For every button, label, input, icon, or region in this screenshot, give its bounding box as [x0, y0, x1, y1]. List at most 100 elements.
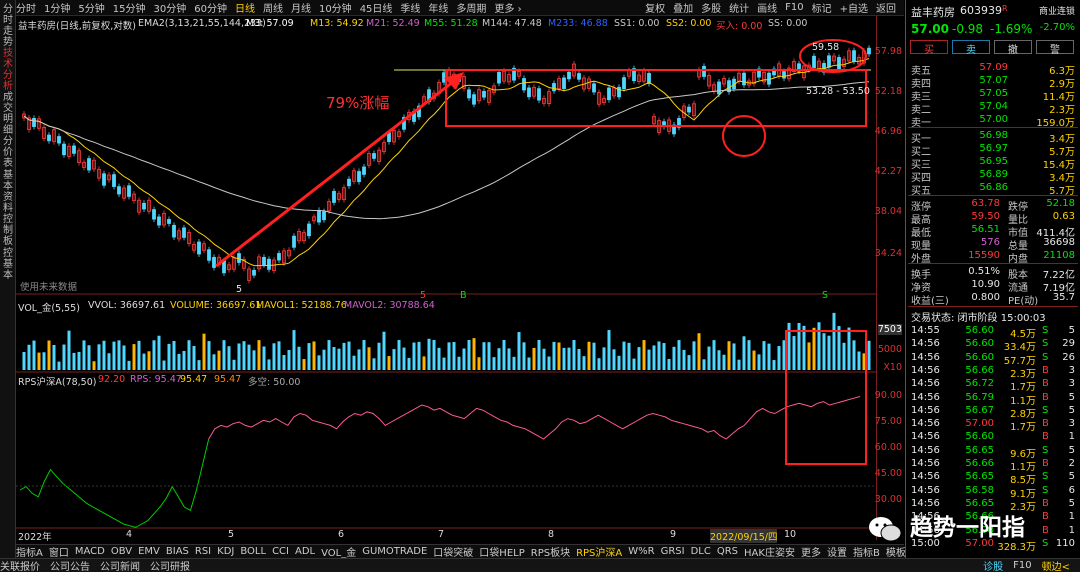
- volume-bar: [757, 354, 761, 370]
- period-10min[interactable]: 10分钟: [319, 0, 352, 15]
- rise-annotation: 79%涨幅: [326, 94, 390, 112]
- sell-button[interactable]: 卖: [952, 40, 990, 56]
- tab-control-basic[interactable]: 控基本: [0, 248, 16, 281]
- tab-hak[interactable]: HAK庄姿安: [744, 544, 795, 559]
- tab-rps-hs-a[interactable]: RPS沪深A: [576, 544, 622, 559]
- tab-rps-sector[interactable]: RPS板块: [531, 544, 570, 559]
- volume-bar: [677, 340, 681, 370]
- volume-bar: [307, 343, 311, 370]
- tick-price: 56.72: [965, 378, 994, 390]
- tab-price-table[interactable]: 分价表: [0, 136, 16, 169]
- tab-macd[interactable]: MACD: [75, 546, 105, 557]
- ask-row: 卖三 57.05 11.4万: [908, 88, 1078, 103]
- tab-dlc[interactable]: DLC: [691, 546, 711, 557]
- tab-rsi[interactable]: RSI: [195, 546, 211, 557]
- toolbar-mark[interactable]: 标记: [812, 0, 832, 15]
- tab-bias[interactable]: BIAS: [166, 546, 189, 557]
- toolbar-draw-line[interactable]: 画线: [757, 0, 777, 15]
- toolbar-add-watchlist[interactable]: +自选: [840, 0, 868, 15]
- period-monthly[interactable]: 月线: [291, 0, 311, 15]
- volume-bar: [302, 359, 306, 370]
- last-price: 57.00: [911, 22, 949, 36]
- tab-wr[interactable]: W%R: [628, 546, 654, 557]
- volume-bars-layer: [22, 312, 871, 370]
- tab-fundamentals[interactable]: 基本资料: [0, 170, 16, 214]
- volume-bar: [67, 330, 71, 370]
- buy-button[interactable]: 买: [910, 40, 948, 56]
- signal-marker: B: [460, 290, 467, 301]
- period-1min[interactable]: 1分钟: [44, 0, 70, 15]
- ss2-value: SS2: 0.00: [666, 18, 712, 29]
- tick-count: 5: [1068, 471, 1075, 483]
- status-announcements[interactable]: 公司公告: [50, 558, 90, 572]
- x-axis-label: 10: [784, 529, 797, 540]
- tab-emv[interactable]: EMV: [138, 546, 160, 557]
- volume-bar: [377, 342, 381, 370]
- tick-price: 56.60: [965, 431, 994, 443]
- volume-bar: [452, 342, 456, 370]
- period-quarter[interactable]: 季线: [400, 0, 420, 15]
- toolbar-overlay[interactable]: 叠加: [673, 0, 693, 15]
- alert-button[interactable]: 警: [1036, 40, 1074, 56]
- volume-bar: [437, 347, 441, 370]
- toolbar-restore-rights[interactable]: 复权: [645, 0, 665, 15]
- x-axis-label: 2022年: [18, 532, 52, 543]
- volume-bar: [107, 353, 111, 370]
- sector-name[interactable]: 商业连锁: [1039, 4, 1075, 17]
- tab-trade-details[interactable]: 成交明细: [0, 92, 16, 136]
- tab-pocket-help[interactable]: 口袋HELP: [479, 544, 524, 559]
- status-related-quotes[interactable]: 关联报价: [0, 558, 40, 572]
- toolbar-stats[interactable]: 统计: [729, 0, 749, 15]
- period-5min[interactable]: 5分钟: [78, 0, 104, 15]
- tab-template[interactable]: 模板: [886, 544, 906, 559]
- volume-bar: [237, 343, 241, 370]
- tab-indicator-a[interactable]: 指标A: [16, 544, 43, 559]
- tab-adl[interactable]: ADL: [295, 546, 315, 557]
- volume-bar: [487, 342, 491, 370]
- status-research[interactable]: 公司研报: [150, 558, 190, 572]
- toolbar-back[interactable]: 返回: [876, 0, 896, 15]
- toolbar-multi-stock[interactable]: 多股: [701, 0, 721, 15]
- period-45day[interactable]: 45日线: [360, 0, 393, 15]
- toolbar-f10[interactable]: F10: [785, 2, 803, 13]
- tab-intraday[interactable]: 分时走势: [0, 4, 16, 48]
- tab-more[interactable]: 更多: [801, 544, 821, 559]
- tab-cci[interactable]: CCI: [272, 546, 289, 557]
- tab-gumotrade[interactable]: GUMOTRADE: [362, 546, 427, 557]
- volume-bar: [322, 349, 326, 370]
- status-sidebar-toggle[interactable]: 顿边<: [1042, 558, 1070, 572]
- tab-control-panel[interactable]: 控制板: [0, 214, 16, 247]
- period-multi[interactable]: 多周期: [456, 0, 486, 15]
- cancel-order-button[interactable]: 撤: [994, 40, 1032, 56]
- tab-qrs[interactable]: QRS: [717, 546, 738, 557]
- period-60min[interactable]: 60分钟: [194, 0, 227, 15]
- period-yearly[interactable]: 年线: [428, 0, 448, 15]
- tab-indicator-b[interactable]: 指标B: [853, 544, 880, 559]
- kline-chart-area[interactable]: 益丰药房(日线,前复权,对数) EMA2(3,13,21,55,144,233)…: [16, 16, 876, 543]
- tick-count: 2: [1068, 458, 1075, 469]
- tab-window[interactable]: 窗口: [49, 544, 69, 559]
- tab-grsi[interactable]: GRSI: [661, 546, 685, 557]
- tab-obv[interactable]: OBV: [111, 546, 132, 557]
- status-f10[interactable]: F10: [1013, 560, 1031, 571]
- tab-boll[interactable]: BOLL: [240, 546, 266, 557]
- tab-technical-analysis[interactable]: 技术分析: [0, 48, 16, 92]
- period-daily[interactable]: 日线: [235, 0, 255, 15]
- volume-bar: [337, 348, 341, 370]
- status-company-news[interactable]: 公司新闻: [100, 558, 140, 572]
- volume-bar: [412, 342, 416, 370]
- period-30min[interactable]: 30分钟: [153, 0, 186, 15]
- period-weekly[interactable]: 周线: [263, 0, 283, 15]
- tick-price: 56.66: [965, 458, 994, 469]
- tick-count: 1: [1068, 524, 1075, 536]
- tick-price: 56.79: [965, 391, 994, 403]
- tab-settings[interactable]: 设置: [827, 544, 847, 559]
- status-diagnose[interactable]: 诊股: [983, 558, 1003, 572]
- tab-vol-gold[interactable]: VOL_金: [321, 544, 356, 559]
- period-15min[interactable]: 15分钟: [113, 0, 146, 15]
- period-more[interactable]: 更多 ›: [494, 0, 521, 15]
- tab-kdj[interactable]: KDJ: [217, 546, 234, 557]
- tick-time: 14:56: [911, 378, 940, 390]
- period-intraday[interactable]: 分时: [16, 0, 36, 15]
- tab-pocket-breakout[interactable]: 口袋突破: [433, 544, 473, 559]
